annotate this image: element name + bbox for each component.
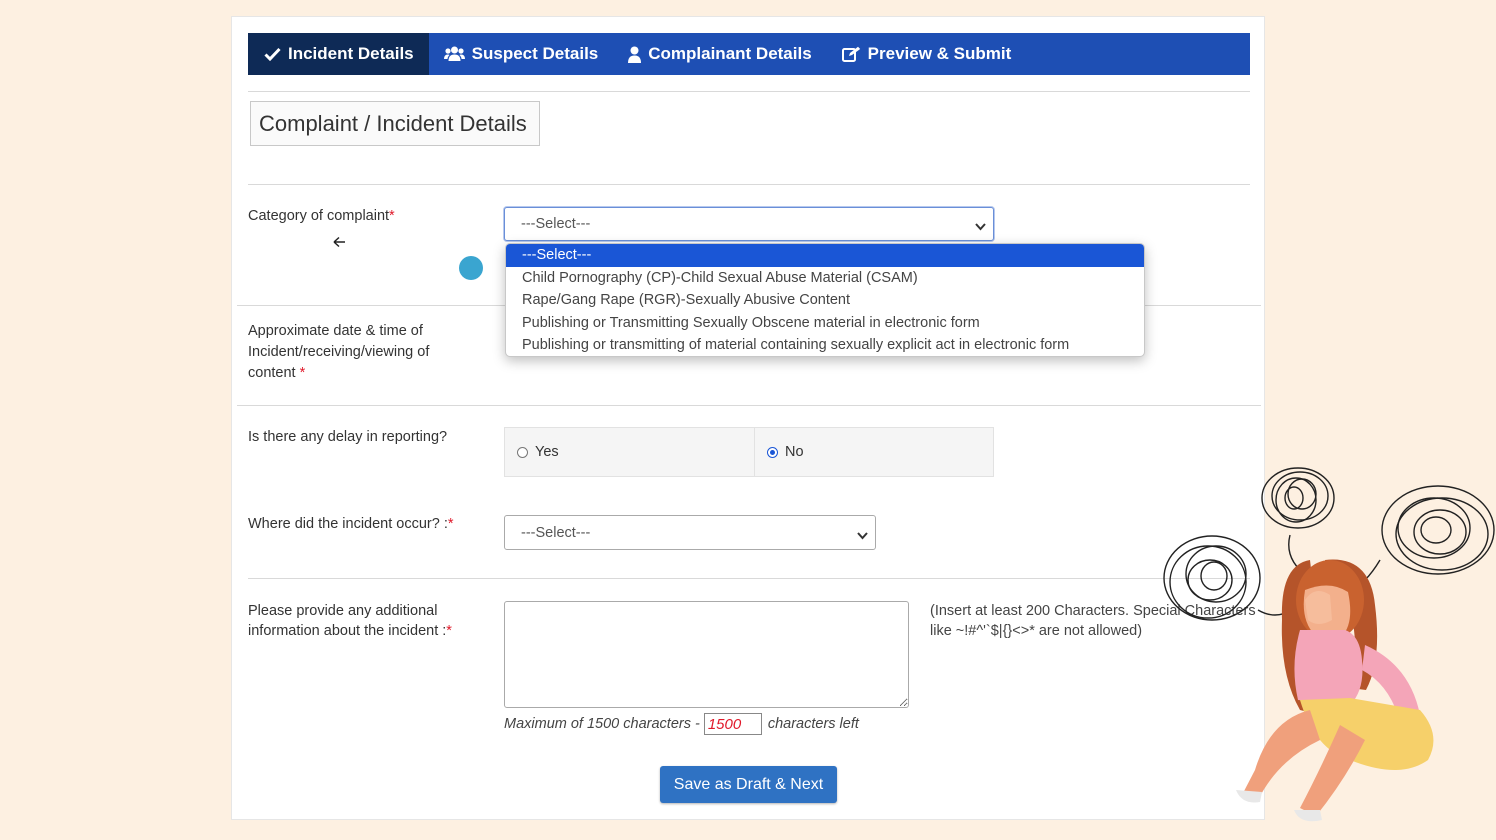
dropdown-option[interactable]: Publishing or Transmitting Sexually Obsc… <box>506 312 1144 335</box>
datetime-label: Approximate date & time of Incident/rece… <box>248 323 430 381</box>
chars-left-counter: 1500 <box>703 713 762 735</box>
yes-label: Yes <box>535 444 559 460</box>
divider <box>248 91 1250 92</box>
delay-yes-option[interactable]: Yes <box>504 427 755 477</box>
additional-info-label: Please provide any additional informatio… <box>248 603 452 639</box>
location-select[interactable]: ---Select--- <box>504 515 876 550</box>
scribble-icon <box>1261 467 1335 529</box>
girl-figure <box>1236 559 1434 822</box>
divider <box>248 578 1250 579</box>
category-label: Category of complaint* <box>248 208 395 224</box>
char-limit-line: Maximum of 1500 characters - 1500 charac… <box>504 713 859 735</box>
distressed-girl-illustration <box>1163 467 1495 822</box>
page-title: Complaint / Incident Details <box>250 101 540 146</box>
dropdown-option[interactable]: Publishing or transmitting of material c… <box>506 334 1144 356</box>
edit-icon <box>841 46 861 62</box>
dropdown-option[interactable]: Child Pornography (CP)-Child Sexual Abus… <box>506 267 1144 290</box>
category-dropdown-list: ---Select--- Child Pornography (CP)-Chil… <box>505 243 1145 357</box>
tab-complainant-details[interactable]: Complainant Details <box>613 33 826 75</box>
yes-radio[interactable] <box>517 446 528 458</box>
wizard-tabs: Incident Details Suspect Details Complai… <box>248 33 1250 75</box>
tab-suspect-details[interactable]: Suspect Details <box>429 33 614 75</box>
user-icon <box>628 46 642 63</box>
location-label: Where did the incident occur? :* <box>248 516 454 532</box>
category-select[interactable]: ---Select--- <box>504 207 994 241</box>
check-icon <box>264 47 281 61</box>
arrow-cursor-icon <box>333 236 345 248</box>
additional-info-textarea[interactable] <box>504 601 909 708</box>
divider <box>248 184 1250 185</box>
chevron-down-icon <box>857 528 868 544</box>
category-select-value: ---Select--- <box>521 216 591 232</box>
scribble-icon <box>1163 535 1261 621</box>
location-select-value: ---Select--- <box>521 524 591 541</box>
tab-incident-details[interactable]: Incident Details <box>248 33 429 75</box>
divider <box>237 405 1261 406</box>
tab-label: Incident Details <box>288 44 414 63</box>
scribble-icon <box>1381 485 1495 575</box>
no-label: No <box>785 444 804 460</box>
users-icon <box>443 46 465 62</box>
dropdown-option[interactable]: Rape/Gang Rape (RGR)-Sexually Abusive Co… <box>506 289 1144 312</box>
char-limit-suffix: characters left <box>767 716 859 732</box>
tab-label: Complainant Details <box>648 44 812 63</box>
click-indicator <box>459 256 483 280</box>
tab-label: Preview & Submit <box>867 44 1012 63</box>
char-limit-prefix: Maximum of 1500 characters - <box>504 716 700 732</box>
delay-no-option[interactable]: No <box>754 427 994 477</box>
dropdown-option[interactable]: ---Select--- <box>506 244 1144 267</box>
tab-label: Suspect Details <box>471 44 599 63</box>
delay-label: Is there any delay in reporting? <box>248 429 448 445</box>
no-radio[interactable] <box>767 446 778 458</box>
chevron-down-icon <box>975 219 986 235</box>
save-draft-next-button[interactable]: Save as Draft & Next <box>660 766 837 803</box>
tab-preview-submit[interactable]: Preview & Submit <box>827 33 1027 75</box>
